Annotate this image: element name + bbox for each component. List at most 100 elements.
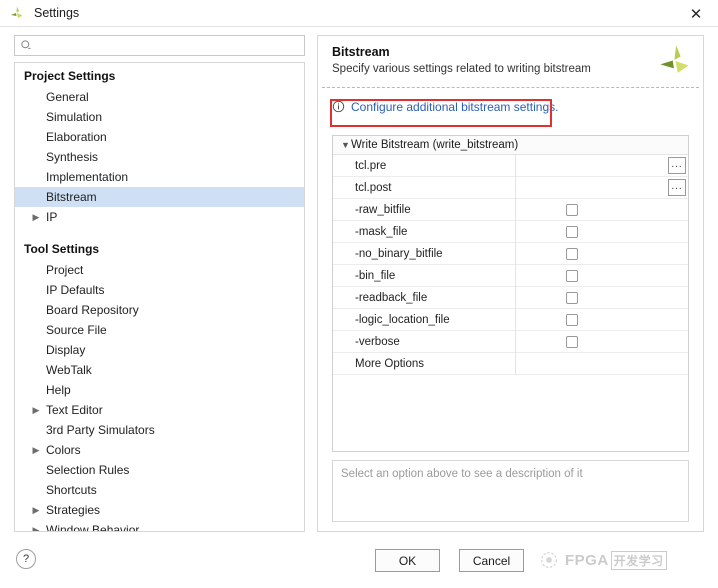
info-circle-icon	[332, 100, 345, 113]
ok-button[interactable]: OK	[375, 549, 440, 572]
sidebar-item-general[interactable]: General	[15, 87, 304, 107]
sidebar-item-strategies[interactable]: ▶ Strategies	[15, 500, 304, 520]
link-label[interactable]: Configure additional bitstream settings.	[351, 100, 558, 114]
sidebar-item-synthesis[interactable]: Synthesis	[15, 147, 304, 167]
sidebar-item-ip[interactable]: ▶ IP	[15, 207, 304, 227]
sidebar-item-label: Selection Rules	[46, 463, 130, 477]
sidebar-item-label: Implementation	[46, 170, 129, 184]
option-value-cell	[515, 242, 688, 265]
chevron-right-icon[interactable]: ▶	[31, 207, 41, 227]
option-label: tcl.post	[355, 181, 392, 194]
checkbox-raw-bitfile[interactable]	[566, 203, 578, 216]
option-value-cell	[515, 330, 688, 353]
checkbox-verbose[interactable]	[566, 335, 578, 348]
watermark-text: FPGA	[565, 551, 609, 569]
title-bar: Settings ✕	[0, 0, 718, 27]
option-label: -bin_file	[355, 269, 396, 282]
checkbox-no-binary-bitfile[interactable]	[566, 247, 578, 260]
page-subtitle: Specify various settings related to writ…	[332, 63, 591, 75]
sidebar-item-simulation[interactable]: Simulation	[15, 107, 304, 127]
nav-group-tool-settings: Tool Settings Project IP Defaults Board …	[15, 236, 304, 531]
table-row[interactable]: tcl.pre ...	[333, 154, 688, 177]
chevron-right-icon[interactable]: ▶	[31, 400, 41, 420]
search-box[interactable]	[14, 35, 305, 56]
nav-group-title: Project Settings	[24, 69, 116, 83]
nav-group-project-settings: Project Settings General Simulation Elab…	[15, 63, 304, 227]
configure-additional-settings-link[interactable]: Configure additional bitstream settings.	[332, 97, 558, 116]
settings-navigation: Project Settings General Simulation Elab…	[14, 62, 305, 532]
option-value-cell[interactable]	[515, 352, 688, 375]
sidebar-item-label: Source File	[46, 323, 107, 337]
option-label: -mask_file	[355, 225, 408, 238]
page-title: Bitstream	[332, 45, 390, 59]
help-button[interactable]: ?	[16, 549, 36, 569]
cancel-button[interactable]: Cancel	[459, 549, 524, 572]
option-label: More Options	[355, 357, 425, 370]
sidebar-item-text-editor[interactable]: ▶ Text Editor	[15, 400, 304, 420]
sidebar-item-implementation[interactable]: Implementation	[15, 167, 304, 187]
table-row[interactable]: -logic_location_file	[333, 308, 688, 331]
sidebar-item-bitstream[interactable]: Bitstream	[15, 187, 304, 207]
chevron-right-icon[interactable]: ▶	[31, 520, 41, 531]
watermark-logo-icon	[541, 552, 557, 568]
option-value-cell[interactable]: ...	[515, 154, 688, 177]
sidebar-item-3rd-party-simulators[interactable]: 3rd Party Simulators	[15, 420, 304, 440]
header-divider	[322, 87, 699, 88]
browse-button[interactable]: ...	[668, 178, 686, 196]
sidebar-item-display[interactable]: Display	[15, 340, 304, 360]
watermark: FPGA 开发学习	[536, 543, 708, 577]
sidebar-item-label: Bitstream	[46, 190, 97, 204]
table-row[interactable]: -verbose	[333, 330, 688, 353]
close-icon[interactable]: ✕	[674, 0, 718, 27]
chevron-right-icon[interactable]: ▶	[31, 500, 41, 520]
sidebar-item-ip-defaults[interactable]: IP Defaults	[15, 280, 304, 300]
sidebar-item-label: 3rd Party Simulators	[46, 423, 155, 437]
option-value-cell	[515, 286, 688, 309]
chevron-down-icon[interactable]: ▼	[341, 136, 351, 155]
sidebar-item-label: Display	[46, 343, 86, 357]
option-value-cell	[515, 264, 688, 287]
table-row[interactable]: -bin_file	[333, 264, 688, 287]
sidebar-item-help[interactable]: Help	[15, 380, 304, 400]
sidebar-item-label: Board Repository	[46, 303, 139, 317]
table-row[interactable]: -raw_bitfile	[333, 198, 688, 221]
sidebar-item-webtalk[interactable]: WebTalk	[15, 360, 304, 380]
sidebar-item-source-file[interactable]: Source File	[15, 320, 304, 340]
vivado-leaf-icon	[11, 6, 23, 18]
sidebar-item-window-behavior[interactable]: ▶ Window Behavior	[15, 520, 304, 531]
option-label: -logic_location_file	[355, 313, 450, 326]
browse-button[interactable]: ...	[668, 156, 686, 174]
chevron-right-icon[interactable]: ▶	[31, 440, 41, 460]
sidebar-item-label: Synthesis	[46, 150, 99, 164]
table-row[interactable]: More Options	[333, 352, 688, 375]
sidebar-item-colors[interactable]: ▶ Colors	[15, 440, 304, 460]
sidebar-item-label: Colors	[46, 443, 81, 457]
search-input[interactable]	[36, 37, 286, 54]
table-row[interactable]: -no_binary_bitfile	[333, 242, 688, 265]
sidebar-item-selection-rules[interactable]: Selection Rules	[15, 460, 304, 480]
description-box: Select an option above to see a descript…	[332, 460, 689, 522]
option-label: -no_binary_bitfile	[355, 247, 443, 260]
sidebar-item-shortcuts[interactable]: Shortcuts	[15, 480, 304, 500]
sidebar-item-project[interactable]: Project	[15, 260, 304, 280]
window-title: Settings	[34, 6, 80, 20]
checkbox-bin-file[interactable]	[566, 269, 578, 282]
nav-group-title: Tool Settings	[24, 242, 100, 256]
option-group-write-bitstream[interactable]: ▼ Write Bitstream (write_bitstream)	[333, 136, 688, 155]
option-group-label: Write Bitstream (write_bitstream)	[351, 138, 519, 151]
table-row[interactable]: -readback_file	[333, 286, 688, 309]
table-row[interactable]: tcl.post ...	[333, 176, 688, 199]
sidebar-item-label: Simulation	[46, 110, 103, 124]
option-value-cell[interactable]: ...	[515, 176, 688, 199]
sidebar-item-board-repository[interactable]: Board Repository	[15, 300, 304, 320]
sidebar-item-elaboration[interactable]: Elaboration	[15, 127, 304, 147]
checkbox-readback-file[interactable]	[566, 291, 578, 304]
table-row[interactable]: -mask_file	[333, 220, 688, 243]
sidebar-item-label: General	[46, 90, 89, 104]
checkbox-logic-location-file[interactable]	[566, 313, 578, 326]
watermark-cn-text: 开发学习	[610, 550, 667, 570]
option-value-cell	[515, 198, 688, 221]
option-value-cell	[515, 220, 688, 243]
sidebar-item-label: Shortcuts	[46, 483, 97, 497]
checkbox-mask-file[interactable]	[566, 225, 578, 238]
